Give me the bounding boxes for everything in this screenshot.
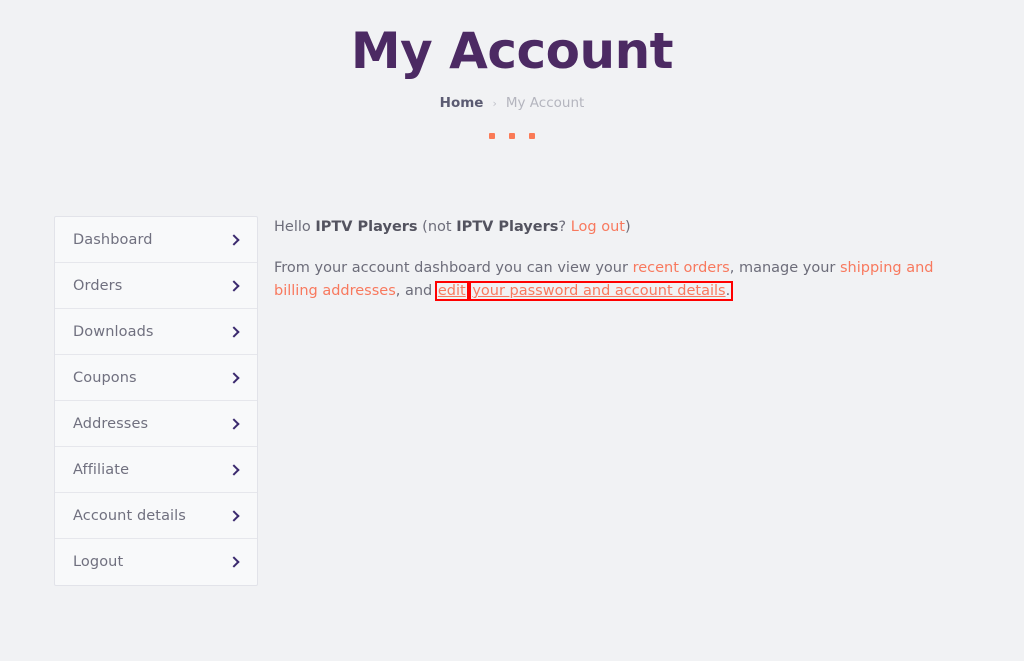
page-header: My Account Home › My Account [0, 0, 1024, 139]
greeting-closing-paren: ) [624, 219, 631, 235]
dot-icon [489, 133, 495, 139]
greeting-question-mark: ? [558, 219, 571, 235]
greeting-paragraph: Hello IPTV Players (not IPTV Players? Lo… [274, 216, 929, 238]
edit-account-details-link-rest-highlighted[interactable]: your password and account details. [469, 280, 734, 301]
sidebar-item-affiliate[interactable]: Affiliate [55, 447, 257, 493]
greeting-hello-text: Hello [274, 219, 316, 235]
chevron-right-icon [229, 557, 239, 567]
chevron-right-icon [229, 511, 239, 521]
recent-orders-link[interactable]: recent orders [633, 260, 730, 276]
greeting-username: IPTV Players [315, 219, 418, 235]
chevron-right-icon [229, 327, 239, 337]
dot-icon [509, 133, 515, 139]
dashboard-description-paragraph: From your account dashboard you can view… [274, 257, 934, 302]
edit-account-details-link-continued[interactable]: your password and account details [472, 283, 725, 299]
sidebar-item-label: Orders [73, 277, 123, 294]
greeting-not-text: (not [417, 219, 457, 235]
chevron-right-icon: › [492, 96, 497, 110]
dashboard-text-part3: , and [395, 282, 437, 299]
edit-account-details-link-highlighted[interactable]: edit [434, 280, 469, 301]
account-navigation: Dashboard Orders Downloads Coupons Addre… [54, 216, 258, 586]
sidebar-item-orders[interactable]: Orders [55, 263, 257, 309]
breadcrumb-link-home[interactable]: Home [440, 95, 484, 111]
greeting-not-username: IPTV Players [456, 219, 559, 235]
sidebar-item-label: Downloads [73, 323, 154, 340]
sidebar-item-label: Affiliate [73, 461, 130, 478]
breadcrumb-current: My Account [505, 95, 585, 111]
sidebar-item-account-details[interactable]: Account details [55, 493, 257, 539]
sidebar-item-logout[interactable]: Logout [55, 539, 257, 585]
dashboard-text-part1: From your account dashboard you can view… [274, 260, 633, 277]
dashboard-text-period: . [725, 282, 731, 299]
decorative-dots [0, 133, 1024, 139]
chevron-right-icon [229, 465, 239, 475]
chevron-right-icon [229, 235, 239, 245]
sidebar-item-coupons[interactable]: Coupons [55, 355, 257, 401]
sidebar-item-label: Addresses [73, 415, 149, 432]
dot-icon [529, 133, 535, 139]
chevron-right-icon [229, 373, 239, 383]
logout-link[interactable]: Log out [571, 219, 625, 235]
breadcrumb: Home › My Account [0, 95, 1024, 111]
account-layout: Dashboard Orders Downloads Coupons Addre… [0, 216, 1024, 586]
sidebar-item-label: Logout [73, 554, 124, 570]
account-content: Hello IPTV Players (not IPTV Players? Lo… [274, 216, 1024, 321]
sidebar-item-dashboard[interactable]: Dashboard [55, 217, 257, 263]
chevron-right-icon [229, 419, 239, 429]
sidebar-column: Dashboard Orders Downloads Coupons Addre… [54, 216, 258, 586]
sidebar-item-label: Account details [73, 507, 186, 524]
page-title: My Account [350, 22, 674, 80]
sidebar-item-label: Dashboard [73, 231, 153, 248]
chevron-right-icon [229, 281, 239, 291]
sidebar-item-addresses[interactable]: Addresses [55, 401, 257, 447]
sidebar-item-downloads[interactable]: Downloads [55, 309, 257, 355]
sidebar-item-label: Coupons [73, 369, 137, 386]
dashboard-text-part2: , manage your [729, 260, 840, 277]
